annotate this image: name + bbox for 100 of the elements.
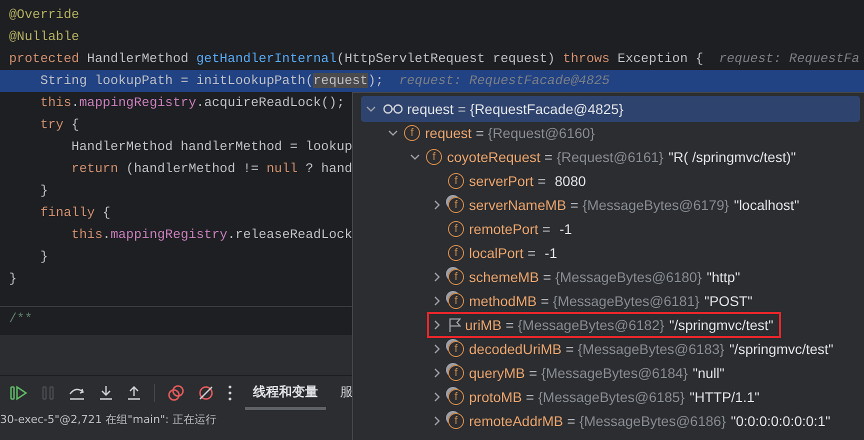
panel-tab[interactable]: 服 (332, 376, 353, 410)
code-text: this (39, 95, 72, 110)
equals-sign: = (540, 293, 549, 309)
variable-name: coyoteRequest (447, 149, 540, 165)
code-text: . (102, 227, 110, 242)
object-reference: {MessageBytes@6185} (538, 389, 685, 405)
object-reference: {MessageBytes@6182} (518, 317, 664, 333)
marked-field-icon: f (448, 389, 464, 405)
code-text: ? hand (305, 161, 352, 176)
equals-sign: = (458, 101, 466, 117)
variable-value: 8080 (554, 173, 586, 189)
code-text: @Nullable (9, 29, 80, 44)
marked-field-icon: f (448, 197, 464, 213)
object-reference: {Request@6160} (488, 125, 595, 141)
inline-hint: request: RequestFa (718, 51, 860, 66)
marked-field-icon: f (448, 269, 464, 285)
expand-chevron-icon[interactable] (432, 344, 442, 354)
object-reference: {MessageBytes@6181} (552, 293, 700, 309)
glasses-icon (383, 103, 403, 115)
expand-chevron-icon[interactable] (432, 200, 442, 210)
object-reference: {MessageBytes@6183} (578, 341, 724, 357)
panel-tab[interactable]: 线程和变量 (245, 376, 326, 410)
equals-sign: = (529, 365, 538, 381)
variable-value: -1 (544, 245, 558, 261)
selected-row[interactable]: request = {RequestFacade@4825} (361, 96, 860, 122)
variable-value: "localhost" (734, 197, 800, 213)
variable-value: "0:0:0:0:0:0:0:1" (730, 413, 830, 429)
variable-name: protoMB (469, 389, 522, 405)
variable-name: serverNameMB (469, 197, 566, 213)
equals-sign: = (506, 317, 514, 333)
expand-chevron-icon[interactable] (432, 392, 442, 402)
code-text: } (39, 183, 48, 198)
flag-icon (449, 318, 461, 332)
object-reference: {Request@6161} (556, 149, 664, 165)
variable-value: "/springmvc/test" (669, 317, 774, 333)
object-reference: {RequestFacade@4825} (470, 101, 624, 117)
collapse-chevron-icon[interactable] (410, 152, 420, 162)
field-icon: f (404, 125, 420, 141)
equals-sign: = (543, 269, 552, 285)
object-reference: {MessageBytes@6180} (555, 269, 702, 285)
variable-name: remotePort (469, 221, 538, 237)
variable-value: "R( /springmvc/test)" (668, 149, 796, 165)
equals-sign: = (476, 125, 484, 141)
variable-name: serverPort (469, 173, 534, 189)
highlight-outline[interactable]: uriMB = {MessageBytes@6182} "/springmvc/test" (427, 312, 782, 338)
expand-chevron-icon[interactable] (432, 320, 442, 330)
code-text: . (71, 95, 80, 110)
code-text: Exception { (618, 51, 704, 66)
code-text: (HttpServletRequest request) (336, 51, 556, 66)
expand-chevron-icon[interactable] (432, 416, 442, 426)
code-text: finally (39, 205, 96, 220)
expand-chevron-icon[interactable] (432, 272, 442, 282)
inline-hint: request: RequestFacade@4825 (399, 73, 610, 88)
code-text: { (71, 117, 80, 132)
equals-sign: = (567, 413, 576, 429)
code-text: this (70, 227, 103, 242)
variable-name: uriMB (465, 317, 502, 333)
code-text: return (70, 161, 120, 176)
marked-field-icon: f (448, 341, 464, 357)
variable-value: "http" (706, 269, 740, 285)
object-reference: {MessageBytes@6186} (579, 413, 726, 429)
equals-sign: = (544, 149, 553, 165)
marked-field-icon: f (448, 413, 464, 429)
usage-highlight: request (313, 73, 368, 88)
object-reference: {MessageBytes@6184} (541, 365, 688, 381)
variable-value: "null" (692, 365, 724, 381)
code-text: HandlerMethod handlerMethod = lookup (70, 139, 352, 154)
marked-field-icon: f (448, 293, 464, 309)
collapse-chevron-icon[interactable] (366, 104, 376, 114)
equals-sign: = (526, 389, 534, 405)
expand-chevron-icon[interactable] (432, 368, 442, 378)
code-text: getHandlerInternal (196, 51, 337, 66)
variable-name: schemeMB (469, 269, 540, 285)
equals-sign: = (527, 245, 536, 261)
code-text: try (39, 117, 65, 132)
equals-sign: = (566, 341, 574, 357)
variable-value: "HTTP/1.1" (690, 389, 760, 405)
field-icon: f (448, 173, 464, 189)
marked-field-icon: f (448, 365, 464, 381)
variable-value: -1 (559, 221, 572, 237)
code-text: } (9, 271, 17, 286)
variable-value: "/springmvc/test" (729, 341, 834, 357)
code-text: .releaseReadLock (227, 227, 352, 242)
code-text: throws (562, 51, 611, 66)
code-text: HandlerMethod (87, 51, 190, 66)
doc-comment: /** (9, 311, 32, 326)
field-icon: f (426, 149, 442, 165)
variable-name: request (425, 125, 472, 141)
code-text: mappingRegistry (79, 95, 196, 110)
object-reference: {MessageBytes@6179} (582, 197, 729, 213)
collapse-chevron-icon[interactable] (388, 128, 398, 138)
code-text: null (266, 161, 299, 176)
field-icon: f (448, 245, 464, 261)
thread-status: 30-exec-5"@2,721 在组"main": 正在运行 (0, 413, 216, 426)
code-text: ); (368, 73, 384, 88)
equals-sign: = (542, 221, 550, 237)
variable-name: remoteAddrMB (469, 413, 564, 429)
equals-sign: = (538, 173, 546, 189)
expand-chevron-icon[interactable] (432, 296, 442, 306)
code-text: .acquireReadLock(); (196, 95, 344, 110)
